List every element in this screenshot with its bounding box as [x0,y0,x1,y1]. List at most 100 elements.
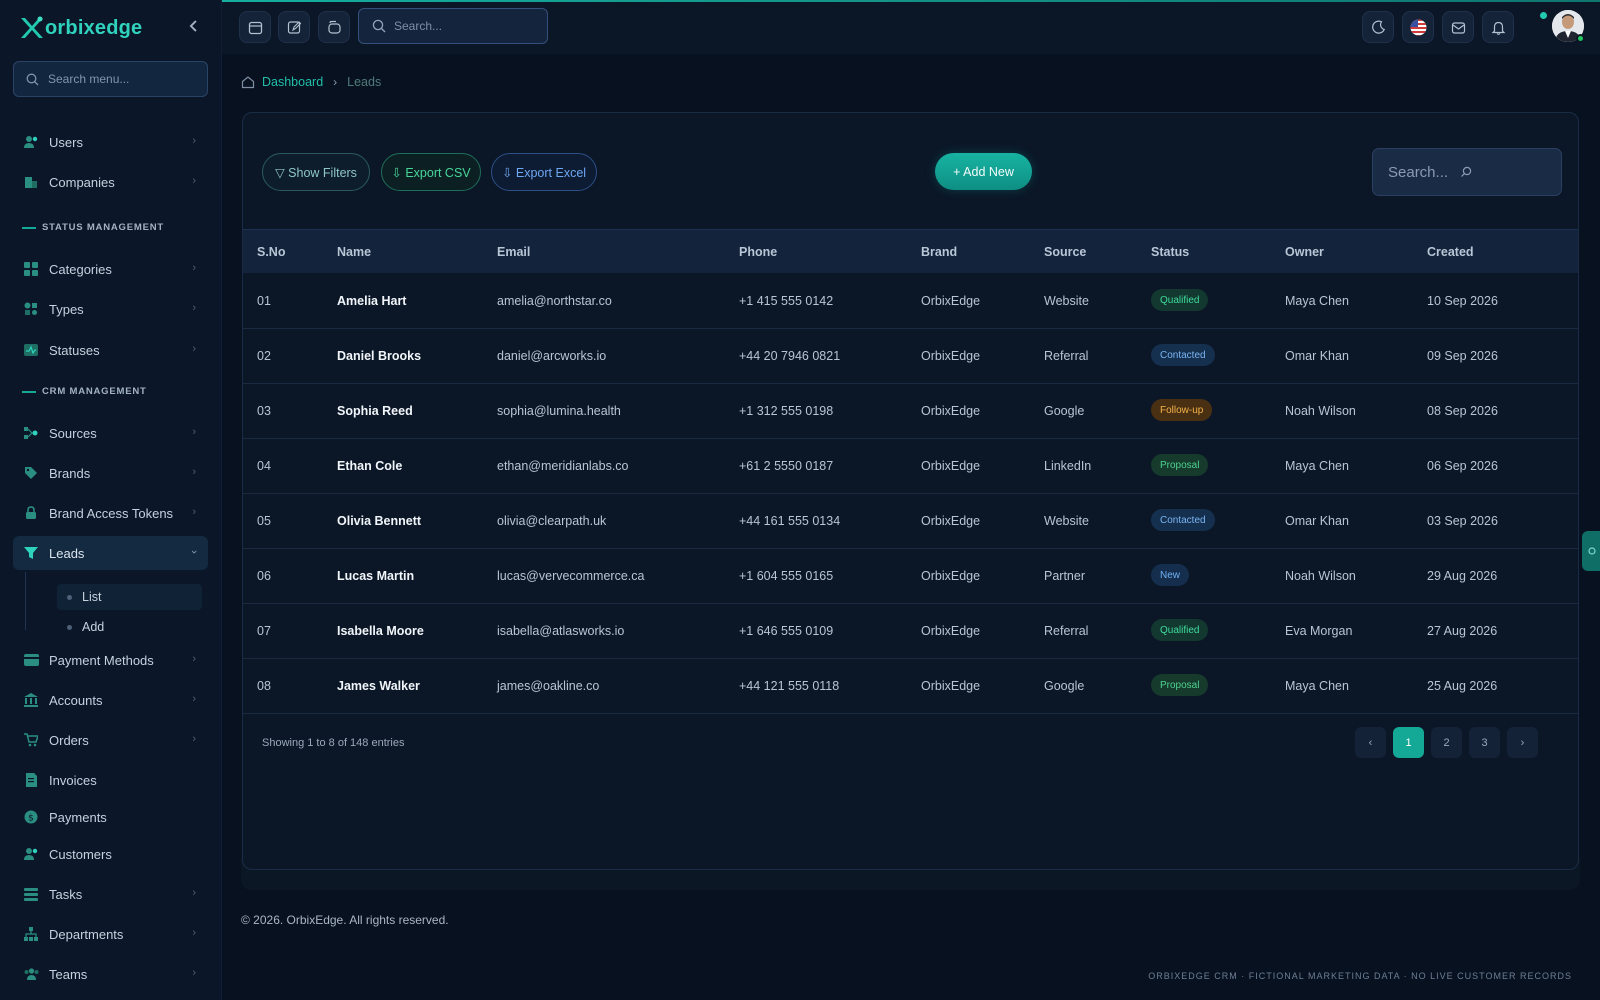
cell-owner: Maya Chen [1285,459,1349,473]
column-header-phone[interactable]: Phone [739,245,777,259]
cell-email: daniel@arcworks.io [497,349,607,363]
table-row[interactable]: 08 James Walker james@oakline.co +44 121 55… [243,658,1578,714]
edit-icon [287,20,301,34]
column-header-source[interactable]: Source [1044,245,1086,259]
sidebar-item-payment-methods[interactable]: Payment Methods › [13,643,208,677]
menu-search[interactable] [13,61,208,97]
sidebar-item-users[interactable]: Users › [13,125,208,159]
collapse-sidebar-button[interactable] [184,16,204,36]
column-header-owner[interactable]: Owner [1285,245,1324,259]
cell-name: Sophia Reed [337,404,413,418]
export-csv-button[interactable]: ⇩ Export CSV [381,153,481,191]
global-search[interactable] [358,8,548,44]
column-header-name[interactable]: Name [337,245,371,259]
calendar-button[interactable] [239,11,271,43]
status-badge: New [1151,564,1190,586]
cell-source: Partner [1044,569,1085,583]
notifications-button[interactable] [1482,11,1514,43]
submenu-guide-line [25,572,26,630]
footer-note: ORBIXEDGE CRM · FICTIONAL MARKETING DATA… [1148,971,1572,981]
sidebar-item-label: Brands [49,465,91,481]
team-icon [23,966,39,982]
cell-email: amelia@northstar.co [497,294,612,308]
column-header-sno[interactable]: S.No [257,245,285,259]
table-row[interactable]: 04 Ethan Cole ethan@meridianlabs.co +61 2 5… [243,438,1578,494]
table-search-input[interactable] [1388,163,1460,181]
add-new-button[interactable]: + Add New [935,153,1032,190]
sidebar-item-types[interactable]: Types › [13,292,208,326]
column-header-brand[interactable]: Brand [921,245,957,259]
sidebar-item-leads[interactable]: Leads › [13,536,208,570]
language-button[interactable] [1402,11,1434,43]
cell-name: Amelia Hart [337,294,407,308]
users-icon [23,134,39,150]
column-header-email[interactable]: Email [497,245,530,259]
export-excel-button[interactable]: ⇩ Export Excel [491,153,597,191]
sidebar-item-teams[interactable]: Teams › [13,957,208,991]
notes-button[interactable] [278,11,310,43]
cell-owner: Noah Wilson [1285,404,1356,418]
column-header-status[interactable]: Status [1151,245,1189,259]
sidebar-item-brands[interactable]: Brands › [13,456,208,490]
pagination-next-button[interactable]: › [1507,727,1538,758]
coin-icon: $ [23,809,39,825]
sidebar: orbixedge Users › Companies › STATUS MAN… [0,0,222,1000]
column-header-created[interactable]: Created [1427,245,1474,259]
pagination-page-3[interactable]: 3 [1469,727,1500,758]
sidebar-item-brand-access-tokens[interactable]: Brand Access Tokens › [13,496,208,530]
theme-toggle-button[interactable] [1362,11,1394,43]
cell-created: 06 Sep 2026 [1427,459,1498,473]
sidebar-item-statuses[interactable]: Statuses › [13,333,208,367]
table-row[interactable]: 03 Sophia Reed sophia@lumina.health +1 312 … [243,383,1578,439]
sidebar-item-companies[interactable]: Companies › [13,165,208,199]
chat-button[interactable] [318,11,350,43]
cell-brand: OrbixEdge [921,569,981,583]
activity-icon [23,342,39,358]
show-filters-button[interactable]: ▽ Show Filters [262,153,370,191]
messages-button[interactable] [1442,11,1474,43]
settings-side-tab[interactable] [1582,531,1600,571]
pagination-prev-button[interactable]: ‹ [1355,727,1386,758]
sidebar-item-categories[interactable]: Categories › [13,252,208,286]
credit-card-icon [23,652,39,668]
menu-search-input[interactable] [48,72,188,86]
table-row[interactable]: 06 Lucas Martin lucas@vervecommerce.ca +1 6… [243,548,1578,604]
breadcrumb-leads: Leads [347,75,382,89]
table-row[interactable]: 05 Olivia Bennett olivia@clearpath.uk +44 1… [243,493,1578,549]
sidebar-item-sources[interactable]: Sources › [13,416,208,450]
sidebar-item-accounts[interactable]: Accounts › [13,683,208,717]
global-search-input[interactable] [394,19,534,33]
chevron-right-icon: › [333,75,338,89]
sidebar-item-label: Payments [49,809,107,825]
sidebar-item-invoices[interactable]: Invoices [13,763,208,797]
chevron-right-icon: › [192,175,196,187]
cell-source: Google [1044,679,1085,693]
table-row[interactable]: 01 Amelia Hart amelia@northstar.co +1 415 5… [243,273,1578,329]
sidebar-item-orders[interactable]: Orders › [13,723,208,757]
bank-icon [23,692,39,708]
pagination-page-2[interactable]: 2 [1431,727,1462,758]
cell-name: Ethan Cole [337,459,403,473]
sidebar-item-departments[interactable]: Departments › [13,917,208,951]
sidebar-item-tasks[interactable]: Tasks › [13,877,208,911]
sidebar-subitem-list[interactable]: List [57,584,202,610]
cell-sno: 05 [257,514,271,528]
cell-phone: +44 121 555 0118 [739,679,840,693]
table-row[interactable]: 02 Daniel Brooks daniel@arcworks.io +44 20 … [243,328,1578,384]
cell-created: 08 Sep 2026 [1427,404,1498,418]
grid-icon [23,261,39,277]
chevron-right-icon: › [192,887,196,899]
sidebar-subitem-add[interactable]: Add [57,614,202,640]
brand-logo[interactable]: orbixedge [18,12,142,44]
breadcrumb-dashboard[interactable]: Dashboard [262,75,323,89]
pagination-page-1[interactable]: 1 [1393,727,1424,758]
cell-email: isabella@atlasworks.io [497,624,625,638]
sidebar-item-customers[interactable]: Customers [13,837,208,871]
sidebar-item-label: Departments [49,926,124,942]
chevron-right-icon: › [192,262,196,274]
sidebar-item-payments[interactable]: $ Payments [13,800,208,834]
cell-brand: OrbixEdge [921,459,981,473]
table-row[interactable]: 07 Isabella Moore isabella@atlasworks.io +1… [243,603,1578,659]
table-search[interactable] [1372,148,1562,196]
chevron-right-icon: › [192,506,196,518]
